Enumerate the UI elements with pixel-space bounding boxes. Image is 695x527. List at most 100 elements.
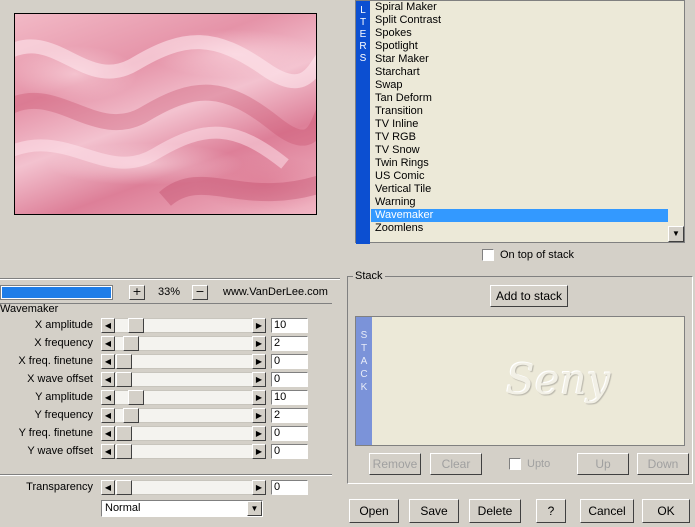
stack-tab-letter: S [360,330,368,341]
clear-button[interactable]: Clear [430,453,482,475]
filter-list-item[interactable]: TV RGB [371,131,668,144]
param-slider[interactable]: ◀ ▶ [101,372,266,387]
filters-tab-letter: T [359,17,367,28]
upto-label: Upto [527,458,551,470]
right-arrow-icon[interactable]: ▶ [252,480,266,495]
add-to-stack-button[interactable]: Add to stack [490,285,568,307]
wave-pattern [15,35,316,207]
filter-list-item[interactable]: Spiral Maker [371,1,668,14]
param-value-input[interactable]: 10 [271,390,308,405]
right-arrow-icon[interactable]: ▶ [252,390,266,405]
up-button[interactable]: Up [577,453,629,475]
filters-tab-letter: S [359,53,367,64]
zoom-out-button[interactable]: − [192,285,208,300]
scroll-down-icon[interactable]: ▼ [668,226,684,242]
filter-list-item[interactable]: Vertical Tile [371,183,668,196]
param-slider[interactable]: ◀ ▶ [101,354,266,369]
param-slider[interactable]: ◀ ▶ [101,336,266,351]
blend-mode-value: Normal [105,502,141,514]
param-value-input[interactable]: 2 [271,336,308,351]
param-slider[interactable]: ◀ ▶ [101,444,266,459]
left-arrow-icon[interactable]: ◀ [101,390,115,405]
filter-list-item[interactable]: Tan Deform [371,92,668,105]
filters-tab-letter: L [360,5,366,16]
transparency-slider[interactable]: ◀ ▶ [101,480,266,495]
help-button[interactable]: ? [536,499,566,523]
param-label: X freq. finetune [18,355,93,367]
param-slider[interactable]: ◀ ▶ [101,318,266,333]
filters-tab-letter: R [359,41,367,52]
filter-list-item[interactable]: Zoomlens [371,222,668,235]
ok-button[interactable]: OK [642,499,690,523]
slider-thumb[interactable] [116,354,132,369]
upto-checkbox[interactable] [509,458,521,470]
slider-thumb[interactable] [116,480,132,495]
slider-thumb[interactable] [116,444,132,459]
on-top-label: On top of stack [500,249,574,261]
right-arrow-icon[interactable]: ▶ [252,372,266,387]
param-slider[interactable]: ◀ ▶ [101,426,266,441]
filter-list-item[interactable]: Warning [371,196,668,209]
vanderlee-link[interactable]: www.VanDerLee.com [223,286,328,298]
right-arrow-icon[interactable]: ▶ [252,408,266,423]
slider-thumb[interactable] [116,372,132,387]
filter-list-item[interactable]: TV Snow [371,144,668,157]
filter-list-item[interactable]: Swap [371,79,668,92]
right-arrow-icon[interactable]: ▶ [252,426,266,441]
down-button[interactable]: Down [637,453,689,475]
slider-thumb[interactable] [123,336,140,351]
stack-tab-letter: K [360,382,368,393]
left-arrow-icon[interactable]: ◀ [101,408,115,423]
slider-thumb[interactable] [128,318,145,333]
filter-list-item[interactable]: Spotlight [371,40,668,53]
left-arrow-icon[interactable]: ◀ [101,318,115,333]
left-arrow-icon[interactable]: ◀ [101,426,115,441]
right-arrow-icon[interactable]: ▶ [252,318,266,333]
slider-thumb[interactable] [116,426,132,441]
filter-title: Wavemaker [0,303,59,315]
param-value-input[interactable]: 0 [271,354,308,369]
slider-thumb[interactable] [128,390,145,405]
list-scrollbar[interactable]: ▼ [668,1,684,242]
filter-list-item[interactable]: Twin Rings [371,157,668,170]
cancel-button[interactable]: Cancel [580,499,634,523]
filter-list-item[interactable]: Starchart [371,66,668,79]
right-arrow-icon[interactable]: ▶ [252,444,266,459]
param-value-input[interactable]: 0 [271,426,308,441]
filter-list-item[interactable]: Split Contrast [371,14,668,27]
filter-list-item[interactable]: Transition [371,105,668,118]
stack-tab-letter: T [360,343,368,354]
left-arrow-icon[interactable]: ◀ [101,354,115,369]
delete-button[interactable]: Delete [469,499,521,523]
filter-list-item[interactable]: TV Inline [371,118,668,131]
filter-list[interactable]: L T E R S Spiral Maker Split Contrast Spok… [355,0,685,244]
filter-list-item[interactable]: Spokes [371,27,668,40]
left-arrow-icon[interactable]: ◀ [101,336,115,351]
save-button[interactable]: Save [409,499,459,523]
left-arrow-icon[interactable]: ◀ [101,480,115,495]
right-arrow-icon[interactable]: ▶ [252,354,266,369]
transparency-input[interactable]: 0 [271,480,308,495]
param-slider[interactable]: ◀ ▶ [101,408,266,423]
param-value-input[interactable]: 0 [271,444,308,459]
param-value-input[interactable]: 2 [271,408,308,423]
filter-list-item[interactable]: Star Maker [371,53,668,66]
param-value-input[interactable]: 0 [271,372,308,387]
filter-list-item[interactable]: US Comic [371,170,668,183]
filter-list-item[interactable]: Wavemaker [371,209,668,222]
open-button[interactable]: Open [349,499,399,523]
param-label: Y amplitude [35,391,93,403]
zoom-in-button[interactable]: + [129,285,145,300]
left-arrow-icon[interactable]: ◀ [101,372,115,387]
slider-thumb[interactable] [123,408,140,423]
blend-mode-select[interactable]: Normal ▼ [101,500,263,517]
right-arrow-icon[interactable]: ▶ [252,336,266,351]
chevron-down-icon[interactable]: ▼ [247,501,262,516]
param-slider[interactable]: ◀ ▶ [101,390,266,405]
stack-area[interactable]: S T A C K Seny [355,316,685,446]
on-top-checkbox[interactable] [482,249,494,261]
transparency-divider-light [0,475,332,476]
remove-button[interactable]: Remove [369,453,421,475]
param-value-input[interactable]: 10 [271,318,308,333]
left-arrow-icon[interactable]: ◀ [101,444,115,459]
